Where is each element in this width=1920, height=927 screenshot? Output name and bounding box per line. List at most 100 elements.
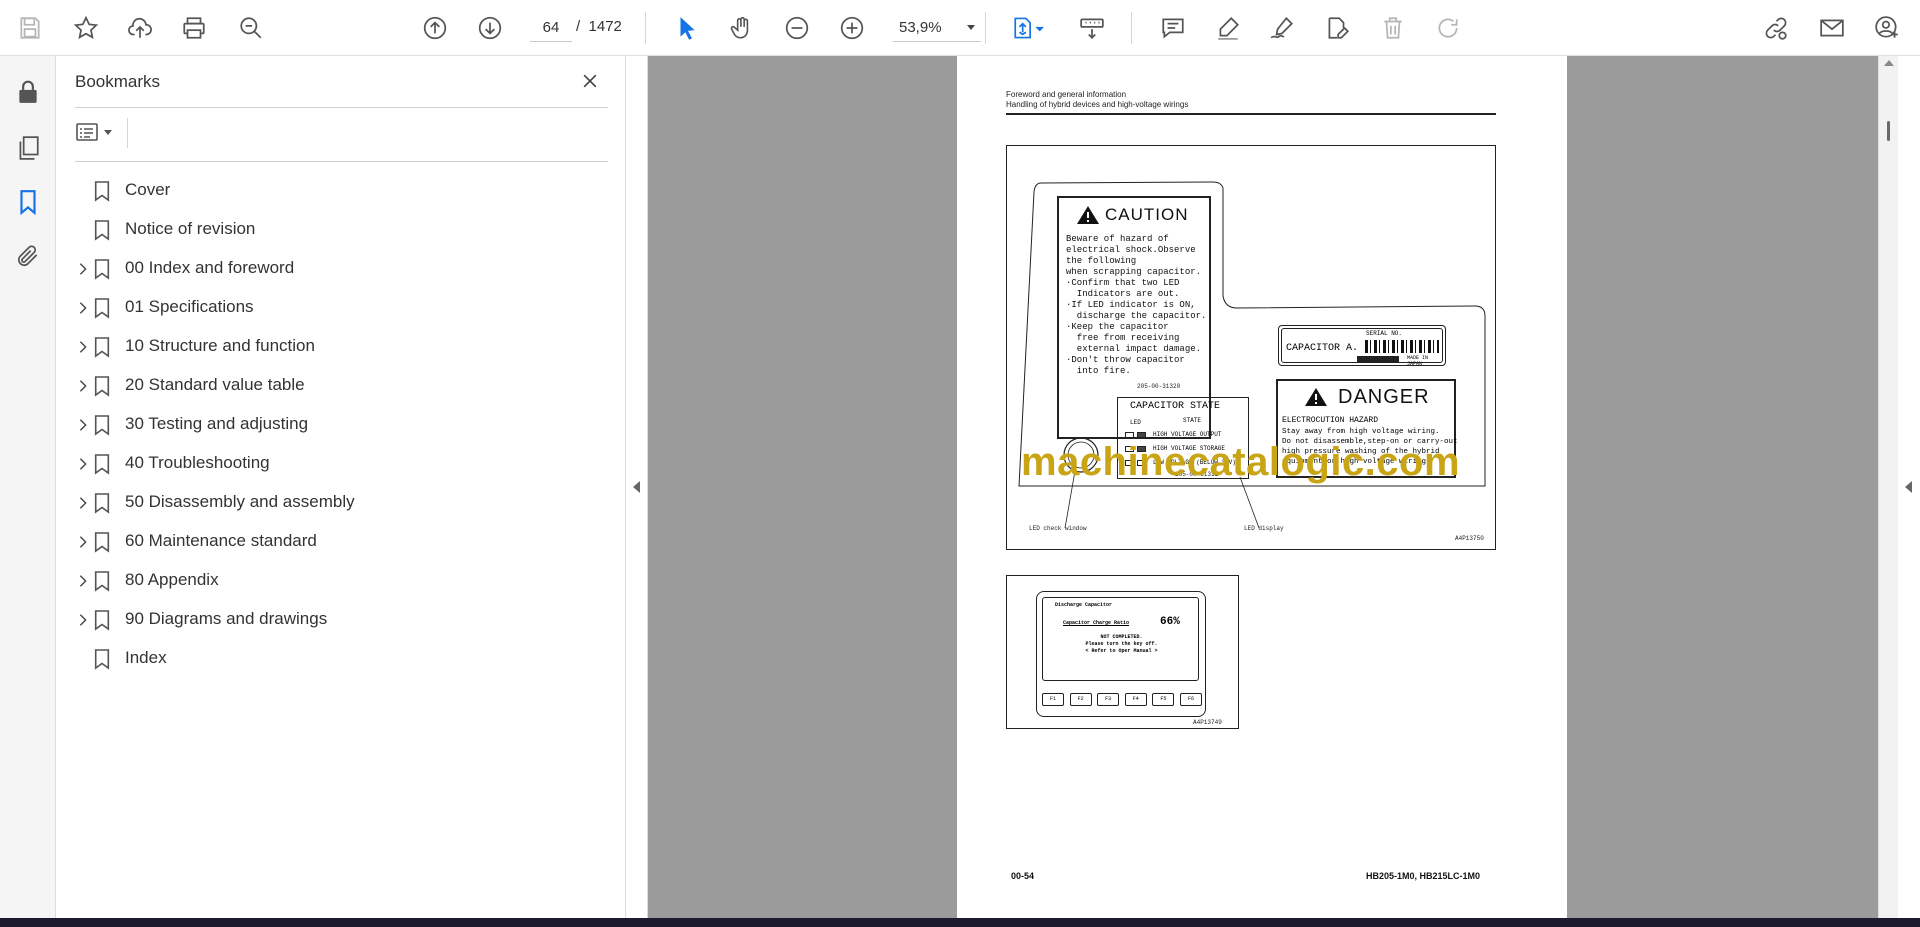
- bookmark-item[interactable]: 80 Appendix: [75, 561, 615, 600]
- pages-icon[interactable]: [12, 132, 44, 164]
- bookmark-icon: [93, 297, 113, 319]
- chevron-down-icon: [104, 129, 112, 135]
- led-window-caption: LED check window: [1029, 525, 1087, 532]
- function-key: F4: [1124, 693, 1147, 706]
- zoom-in-icon[interactable]: [836, 12, 868, 44]
- zoom-value: 53,9%: [899, 19, 942, 36]
- edit-doc-icon[interactable]: [1321, 12, 1353, 44]
- caution-code: 205-00-31320: [1137, 383, 1181, 390]
- bookmark-item[interactable]: 60 Maintenance standard: [75, 522, 615, 561]
- text-line: free from receiving: [1066, 333, 1180, 343]
- divider: [127, 118, 128, 148]
- bookmark-item[interactable]: 90 Diagrams and drawings: [75, 600, 615, 639]
- hand-icon[interactable]: [726, 12, 758, 44]
- chevron-right-icon[interactable]: [75, 612, 91, 628]
- print-icon[interactable]: [178, 12, 210, 44]
- email-icon[interactable]: [1816, 12, 1848, 44]
- chevron-right-icon[interactable]: [75, 261, 91, 277]
- screen-msg-2: Please turn the key off.: [1085, 641, 1158, 647]
- star-icon[interactable]: [70, 12, 102, 44]
- share-link-icon[interactable]: [1760, 12, 1792, 44]
- text-line: Stay away from high voltage wiring.: [1282, 428, 1440, 436]
- upload-icon[interactable]: [124, 12, 156, 44]
- vertical-scrollbar[interactable]: [1878, 56, 1898, 918]
- chevron-right-icon[interactable]: [75, 300, 91, 316]
- account-icon[interactable]: [1871, 12, 1903, 44]
- bookmark-options-button[interactable]: [75, 118, 119, 146]
- chevron-down-icon: [967, 25, 975, 30]
- close-icon[interactable]: [577, 68, 603, 94]
- warning-triangle-icon: [1076, 205, 1100, 230]
- page-number-input[interactable]: [530, 14, 572, 42]
- redo-icon[interactable]: [1432, 12, 1464, 44]
- model-number: HB205-1M0, HB215LC-1M0: [1366, 871, 1481, 881]
- chevron-right-icon[interactable]: [75, 456, 91, 472]
- search-zoom-icon[interactable]: [235, 12, 267, 44]
- page-up-icon[interactable]: [419, 12, 451, 44]
- bookmark-item[interactable]: 30 Testing and adjusting: [75, 405, 615, 444]
- text-line: ·Keep the capacitor: [1066, 322, 1169, 332]
- bookmark-icon: [93, 570, 113, 592]
- fit-page-icon[interactable]: [1006, 12, 1050, 44]
- bookmark-label: 30 Testing and adjusting: [125, 414, 309, 433]
- divider: [75, 107, 608, 108]
- chevron-right-icon[interactable]: [75, 378, 91, 394]
- lock-icon[interactable]: [12, 76, 44, 108]
- danger-subtitle: ELECTROCUTION HAZARD: [1282, 416, 1379, 425]
- scroll-mode-icon[interactable]: [1076, 12, 1108, 44]
- document-viewer[interactable]: Foreword and general information Handlin…: [648, 56, 1878, 918]
- chevron-right-icon[interactable]: [75, 573, 91, 589]
- page-total-text: / 1472: [576, 18, 622, 35]
- bookmark-item[interactable]: 20 Standard value table: [75, 366, 615, 405]
- state-state-header: STATE: [1183, 417, 1202, 424]
- bookmark-item[interactable]: 00 Index and foreword: [75, 249, 615, 288]
- bookmark-item[interactable]: Cover: [75, 171, 615, 210]
- serial-number-caption: SERIAL NO.: [1366, 330, 1403, 337]
- bookmark-item[interactable]: 01 Specifications: [75, 288, 615, 327]
- page-down-icon[interactable]: [474, 12, 506, 44]
- bookmark-item[interactable]: Notice of revision: [75, 210, 615, 249]
- bookmark-label: Cover: [125, 180, 171, 199]
- function-key: F6: [1179, 693, 1202, 706]
- chevron-right-icon[interactable]: [75, 534, 91, 550]
- bookmark-item[interactable]: 40 Troubleshooting: [75, 444, 615, 483]
- chevron-left-icon[interactable]: [633, 481, 640, 493]
- chevron-right-icon[interactable]: [75, 339, 91, 355]
- page-total: 1472: [588, 18, 622, 35]
- bookmark-item[interactable]: 10 Structure and function: [75, 327, 615, 366]
- save-icon[interactable]: [14, 12, 46, 44]
- text-line: discharge the capacitor.: [1066, 311, 1207, 321]
- bookmark-label: 40 Troubleshooting: [125, 453, 270, 472]
- scrollbar-thumb[interactable]: [1887, 121, 1890, 141]
- toolbar-divider: [985, 12, 986, 44]
- zoom-select[interactable]: 53,9%: [893, 14, 981, 42]
- collapse-panel-strip[interactable]: [626, 56, 648, 918]
- figure1-code: A4P13750: [1455, 535, 1484, 542]
- bookmark-label: 90 Diagrams and drawings: [125, 609, 328, 628]
- caution-title: CAUTION: [1105, 205, 1189, 224]
- brand-logo: [1357, 356, 1399, 362]
- bookmark-icon[interactable]: [12, 186, 44, 218]
- scroll-up-icon[interactable]: [1884, 60, 1894, 66]
- right-panel-toggle[interactable]: [1898, 56, 1920, 918]
- led-indicator: [1137, 432, 1146, 438]
- list-options-icon: [76, 123, 98, 141]
- sign-icon[interactable]: [1266, 12, 1298, 44]
- page-header-section: Foreword and general information: [1006, 90, 1127, 99]
- highlight-icon[interactable]: [1212, 12, 1244, 44]
- page-separator: /: [576, 18, 581, 35]
- charge-ratio-label: Capacitor Charge Ratio: [1063, 620, 1130, 626]
- zoom-out-icon[interactable]: [781, 12, 813, 44]
- attachment-icon[interactable]: [12, 240, 44, 272]
- divider: [75, 161, 608, 162]
- bookmark-item[interactable]: 50 Disassembly and assembly: [75, 483, 615, 522]
- bookmark-item[interactable]: Index: [75, 639, 615, 678]
- select-arrow-icon[interactable]: [671, 12, 703, 44]
- comment-icon[interactable]: [1157, 12, 1189, 44]
- delete-icon[interactable]: [1377, 12, 1409, 44]
- text-line: ·If LED indicator is ON,: [1066, 300, 1196, 310]
- chevron-left-icon[interactable]: [1905, 481, 1912, 493]
- chevron-right-icon[interactable]: [75, 495, 91, 511]
- bookmark-icon: [93, 180, 113, 202]
- chevron-right-icon[interactable]: [75, 417, 91, 433]
